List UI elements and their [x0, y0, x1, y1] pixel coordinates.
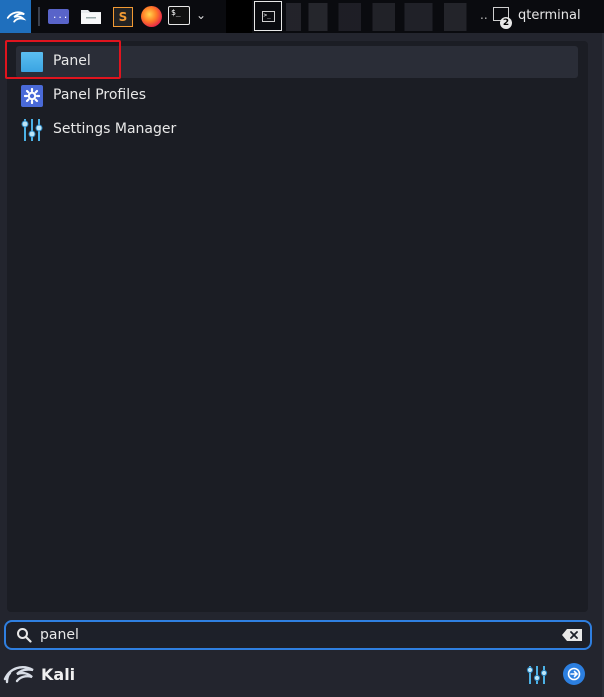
- gear-icon: [21, 85, 43, 107]
- result-label: Panel Profiles: [53, 87, 147, 103]
- search-input[interactable]: [40, 625, 540, 645]
- workspace-icon[interactable]: [48, 9, 69, 24]
- chevron-down-icon[interactable]: ⌄: [196, 8, 206, 22]
- window-count-badge: 2: [500, 17, 512, 29]
- sublime-icon[interactable]: S: [113, 7, 133, 27]
- terminal-icon[interactable]: $_: [168, 6, 190, 25]
- kali-menu-button[interactable]: [0, 0, 31, 33]
- result-item-settings-manager[interactable]: Settings Manager: [16, 114, 578, 146]
- blurred-window-buttons: [286, 3, 474, 31]
- result-label: Settings Manager: [53, 121, 177, 137]
- kali-dragon-icon: [6, 10, 26, 22]
- taskbar: S $_ ⌄ >_ .. 2 qterminal: [0, 0, 604, 33]
- kali-dragon-icon: [3, 666, 34, 684]
- selection-highlight: [5, 40, 121, 79]
- firefox-icon[interactable]: [141, 6, 162, 27]
- logout-button[interactable]: [563, 663, 585, 685]
- backspace-clear-icon[interactable]: [562, 629, 582, 641]
- overflow-indicator: ..: [480, 8, 488, 22]
- user-name: Kali: [41, 665, 76, 684]
- search-icon: [17, 628, 32, 643]
- taskbar-spacer: [226, 0, 252, 33]
- search-results-panel: Panel Panel Profiles Settings Manager: [7, 41, 588, 612]
- search-box[interactable]: [4, 620, 592, 650]
- settings-sliders-icon[interactable]: [526, 664, 548, 686]
- result-item-panel-profiles[interactable]: Panel Profiles: [16, 80, 578, 112]
- logout-icon: [567, 667, 581, 681]
- terminal-icon: >_: [261, 10, 275, 22]
- active-terminal-button[interactable]: >_: [254, 1, 282, 31]
- folder-icon[interactable]: [80, 7, 102, 25]
- taskbar-separator: [38, 7, 40, 26]
- qterminal-window-title[interactable]: qterminal: [518, 8, 581, 23]
- settings-sliders-icon: [21, 119, 43, 141]
